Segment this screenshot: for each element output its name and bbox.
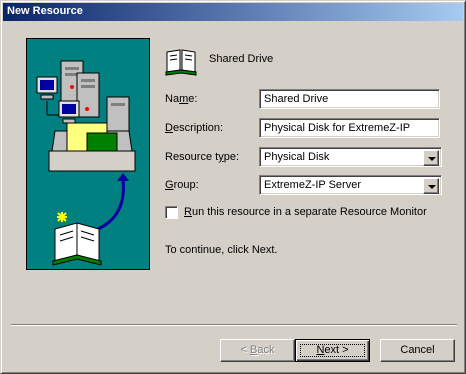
cluster-resource-illustration-icon	[36, 60, 136, 266]
group-dropdown-button[interactable]	[423, 178, 439, 194]
button-separator	[11, 324, 457, 326]
new-resource-dialog: New Resource Shared Drive Name: Shared D…	[0, 0, 466, 374]
next-button[interactable]: Next >	[295, 339, 370, 362]
separate-monitor-checkbox[interactable]	[165, 206, 178, 219]
title-bar: New Resource	[3, 3, 463, 21]
group-label: Group:	[165, 179, 199, 191]
wizard-illustration	[26, 38, 150, 270]
name-field[interactable]: Shared Drive	[259, 89, 440, 109]
separate-monitor-label[interactable]: Run this resource in a separate Resource…	[184, 206, 427, 218]
open-book-icon	[165, 48, 197, 79]
resource-header-label: Shared Drive	[209, 53, 274, 65]
resource-type-label: Resource type:	[165, 151, 239, 163]
group-select[interactable]: ExtremeZ-IP Server	[259, 175, 442, 195]
description-label: Description:	[165, 122, 224, 134]
chevron-down-icon	[428, 185, 436, 189]
window-title: New Resource	[7, 5, 83, 17]
focus-rect	[300, 344, 365, 357]
cancel-button[interactable]: Cancel	[380, 339, 455, 362]
resource-type-dropdown-button[interactable]	[423, 150, 439, 166]
resource-type-select[interactable]: Physical Disk	[259, 147, 442, 167]
instructions-text: To continue, click Next.	[165, 244, 278, 256]
name-label: Name:	[165, 93, 198, 105]
back-button[interactable]: < Back	[220, 339, 295, 362]
description-field[interactable]: Physical Disk for ExtremeZ-IP	[259, 118, 440, 138]
chevron-down-icon	[428, 157, 436, 161]
